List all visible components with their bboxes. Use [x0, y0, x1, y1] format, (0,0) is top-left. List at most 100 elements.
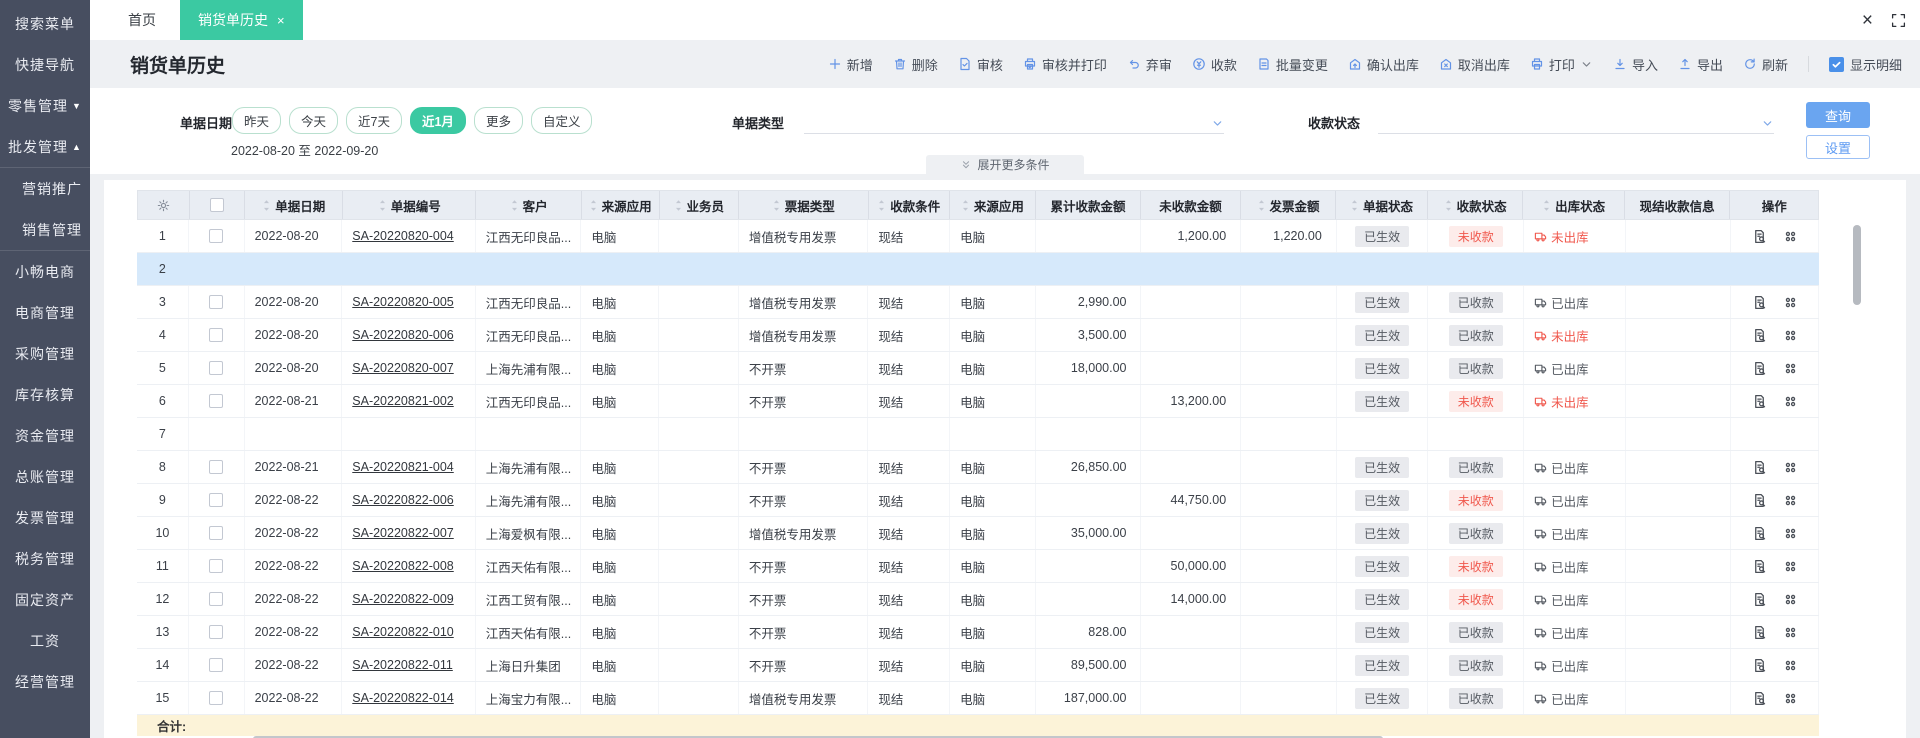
grid-icon[interactable] [1783, 394, 1798, 409]
select-all-checkbox[interactable] [210, 198, 225, 212]
toolbar-button-4[interactable]: 弃审 [1127, 55, 1172, 74]
query-button[interactable]: 查询 [1806, 102, 1870, 128]
expand-more-conditions[interactable]: 展开更多条件 [926, 155, 1084, 174]
sort-icon[interactable] [262, 199, 271, 212]
column-header-invoice[interactable]: 发票金额 [1241, 191, 1337, 219]
doc-number-link[interactable]: SA-20220822-008 [352, 559, 453, 573]
settings-button[interactable]: 设置 [1806, 135, 1870, 159]
doc-view-icon[interactable] [1752, 361, 1767, 376]
doc-number-link[interactable]: SA-20220820-007 [352, 361, 453, 375]
tab-0[interactable]: 首页 [104, 0, 180, 40]
toolbar-button-5[interactable]: 收款 [1192, 55, 1237, 74]
toolbar-button-7[interactable]: 确认出库 [1348, 55, 1419, 74]
sidebar-item-4[interactable]: 营销推广 [0, 168, 90, 209]
doc-view-icon[interactable] [1752, 229, 1767, 244]
table-row[interactable]: 6 2022-08-21 SA-20220821-002 江西无印良品... 电脑 不开票… [137, 385, 1820, 418]
checkbox-checked-icon[interactable] [1828, 56, 1844, 72]
doc-number-link[interactable]: SA-20220822-014 [352, 691, 453, 705]
doc-view-icon[interactable] [1752, 559, 1767, 574]
row-checkbox[interactable] [209, 229, 224, 243]
grid-icon[interactable] [1783, 592, 1798, 607]
column-header-ticket_type[interactable]: 票据类型 [739, 191, 869, 219]
sort-icon[interactable] [589, 199, 598, 212]
column-header-src_app[interactable]: 来源应用 [582, 191, 660, 219]
grid-icon[interactable] [1783, 493, 1798, 508]
doc-view-icon[interactable] [1752, 394, 1767, 409]
table-row[interactable]: 15 2022-08-22 SA-20220822-014 上海宝力有限... 电脑 增值… [137, 682, 1820, 715]
doc-view-icon[interactable] [1752, 295, 1767, 310]
toolbar-button-6[interactable]: 批量变更 [1257, 55, 1328, 74]
doc-view-icon[interactable] [1752, 625, 1767, 640]
doc-view-icon[interactable] [1752, 328, 1767, 343]
column-header-docno[interactable]: 单据编号 [343, 191, 477, 219]
fullscreen-icon[interactable] [1891, 13, 1906, 28]
pay-status-select[interactable] [1378, 106, 1774, 134]
column-header-out_status[interactable]: 出库状态 [1523, 191, 1625, 219]
sidebar-item-16[interactable]: 经营管理 [0, 661, 90, 702]
date-pill-0[interactable]: 昨天 [232, 107, 282, 134]
grid-icon[interactable] [1783, 460, 1798, 475]
sort-icon[interactable] [1350, 199, 1359, 212]
row-checkbox[interactable] [209, 460, 224, 474]
column-header-cash_info[interactable]: 现结收款信息 [1625, 191, 1731, 219]
column-header-salesperson[interactable]: 业务员 [660, 191, 740, 219]
row-checkbox[interactable] [209, 559, 224, 573]
doc-number-link[interactable]: SA-20220821-004 [352, 460, 453, 474]
grid-icon[interactable] [1783, 559, 1798, 574]
table-row[interactable]: 4 2022-08-20 SA-20220820-006 江西无印良品... 电脑 增值税… [137, 319, 1820, 352]
table-row[interactable]: 8 2022-08-21 SA-20220821-004 上海先浦有限... 电脑 不开票… [137, 451, 1820, 484]
sort-icon[interactable] [961, 199, 970, 212]
grid-icon[interactable] [1783, 691, 1798, 706]
sidebar-item-13[interactable]: 税务管理 [0, 538, 90, 579]
doc-view-icon[interactable] [1752, 691, 1767, 706]
table-row[interactable]: 1 2022-08-20 SA-20220820-004 江西无印良品... 电脑 增值税… [137, 220, 1820, 253]
column-header-pay_status[interactable]: 收款状态 [1428, 191, 1524, 219]
table-row[interactable]: 12 2022-08-22 SA-20220822-009 江西工贸有限... 电脑 不开… [137, 583, 1820, 616]
table-row[interactable]: 2 [137, 253, 1819, 286]
sidebar-item-2[interactable]: 零售管理 ▼ [0, 85, 90, 126]
sidebar-item-9[interactable]: 库存核算 [0, 374, 90, 415]
grid-icon[interactable] [1783, 658, 1798, 673]
doc-number-link[interactable]: SA-20220820-004 [352, 229, 453, 243]
sort-icon[interactable] [1542, 199, 1551, 212]
sort-icon[interactable] [510, 199, 519, 212]
doc-number-link[interactable]: SA-20220822-007 [352, 526, 453, 540]
grid-icon[interactable] [1783, 625, 1798, 640]
grid-icon[interactable] [1783, 361, 1798, 376]
grid-icon[interactable] [1783, 229, 1798, 244]
column-header-date[interactable]: 单据日期 [245, 191, 344, 219]
table-row[interactable]: 10 2022-08-22 SA-20220822-007 上海爱枫有限... 电脑 增值… [137, 517, 1820, 550]
tab-close-icon[interactable]: × [277, 14, 285, 27]
row-checkbox[interactable] [209, 592, 224, 606]
sidebar-item-15[interactable]: 工资 [0, 620, 90, 661]
table-row[interactable]: 9 2022-08-22 SA-20220822-006 上海先浦有限... 电脑 不开票… [137, 484, 1820, 517]
doc-number-link[interactable]: SA-20220821-002 [352, 394, 453, 408]
doc-type-select[interactable] [804, 106, 1224, 134]
table-row[interactable]: 11 2022-08-22 SA-20220822-008 江西天佑有限... 电脑 不开… [137, 550, 1820, 583]
sidebar-item-3[interactable]: 批发管理 ▲ [0, 126, 90, 167]
toolbar-button-0[interactable]: 新增 [828, 55, 873, 74]
grid-icon[interactable] [1783, 526, 1798, 541]
column-header-doc_status[interactable]: 单据状态 [1336, 191, 1428, 219]
doc-view-icon[interactable] [1752, 460, 1767, 475]
toolbar-button-11[interactable]: 导出 [1678, 55, 1723, 74]
toolbar-button-12[interactable]: 刷新 [1743, 55, 1788, 74]
sort-icon[interactable] [772, 199, 781, 212]
grid-icon[interactable] [1783, 295, 1798, 310]
table-row[interactable]: 14 2022-08-22 SA-20220822-011 上海日升集团 电脑 不开票 现结… [137, 649, 1820, 682]
sidebar-item-7[interactable]: 电商管理 [0, 292, 90, 333]
doc-number-link[interactable]: SA-20220822-010 [352, 625, 453, 639]
table-row[interactable]: 7 [137, 418, 1820, 451]
toolbar-button-10[interactable]: 导入 [1613, 55, 1658, 74]
row-checkbox[interactable] [209, 361, 224, 375]
sidebar-item-10[interactable]: 资金管理 [0, 415, 90, 456]
date-pill-4[interactable]: 更多 [473, 107, 523, 134]
row-checkbox[interactable] [209, 493, 224, 507]
toolbar-button-1[interactable]: 删除 [893, 55, 938, 74]
toolbar-button-2[interactable]: 审核 [958, 55, 1003, 74]
row-checkbox[interactable] [209, 295, 224, 309]
sort-icon[interactable] [1257, 199, 1266, 212]
doc-view-icon[interactable] [1752, 658, 1767, 673]
column-header-num[interactable] [138, 191, 190, 219]
column-header-customer[interactable]: 客户 [476, 191, 582, 219]
